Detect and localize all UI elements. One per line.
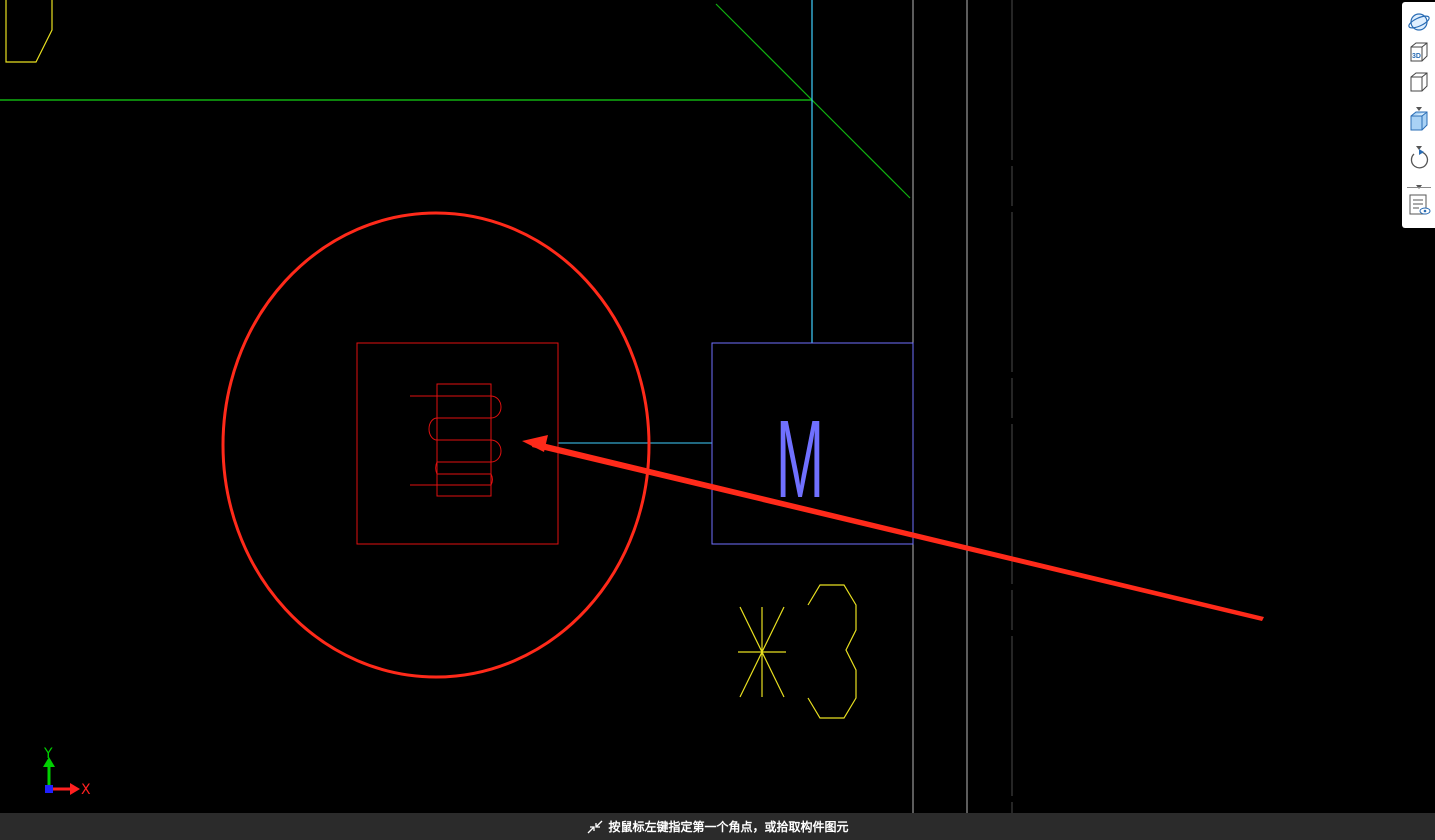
status-bar: 按鼠标左键指定第一个角点，或拾取构件图元: [0, 813, 1435, 840]
svg-text:3D: 3D: [1412, 53, 1421, 60]
annotation-arrowhead: [522, 435, 548, 452]
pick-corner-icon: [588, 820, 603, 833]
yellow-partial-outline: [5, 0, 53, 63]
shaded-cube-dropdown[interactable]: [1414, 137, 1424, 150]
list-eye-icon: [1409, 194, 1431, 215]
ucs-axis-icon: [43, 757, 80, 795]
layer-list-button[interactable]: [1406, 193, 1432, 217]
annotation-arrow-shaft: [532, 441, 1264, 621]
orbit-icon: [1408, 13, 1430, 31]
cube-shaded-icon: [1410, 111, 1428, 131]
orbit-button[interactable]: [1406, 10, 1432, 34]
cube-outline-icon: [1410, 72, 1428, 92]
rotate-dropdown[interactable]: [1414, 176, 1424, 189]
status-text: 按鼠标左键指定第一个角点，或拾取构件图元: [608, 820, 849, 834]
rotate-icon: [1410, 149, 1429, 169]
cad-application: M Y X 3D 按鼠标左键指定第一个角点，或拾取构件图元: [0, 0, 1435, 840]
annotation-circle: [221, 211, 651, 679]
drawing-canvas[interactable]: M: [0, 0, 1435, 813]
3d-view-button[interactable]: 3D: [1406, 40, 1432, 64]
coil-windings: [428, 395, 502, 486]
rotate-button[interactable]: [1406, 148, 1432, 172]
green-diagonal-line: [715, 3, 911, 199]
view-cube-dropdown[interactable]: [1414, 98, 1424, 111]
view-cube-button[interactable]: [1406, 70, 1432, 94]
yellow-numeral-three: [807, 584, 857, 719]
yellow-asterisk-symbol: [738, 606, 786, 698]
view-toolbar: 3D: [1402, 2, 1435, 228]
ucs-x-label: X: [81, 782, 91, 798]
cube-3d-icon: 3D: [1410, 42, 1428, 62]
shaded-cube-button[interactable]: [1406, 109, 1432, 133]
toolbar-divider: [1407, 187, 1431, 188]
ucs-y-label: Y: [44, 746, 53, 762]
status-prompt: 按鼠标左键指定第一个角点，或拾取构件图元: [586, 818, 849, 835]
